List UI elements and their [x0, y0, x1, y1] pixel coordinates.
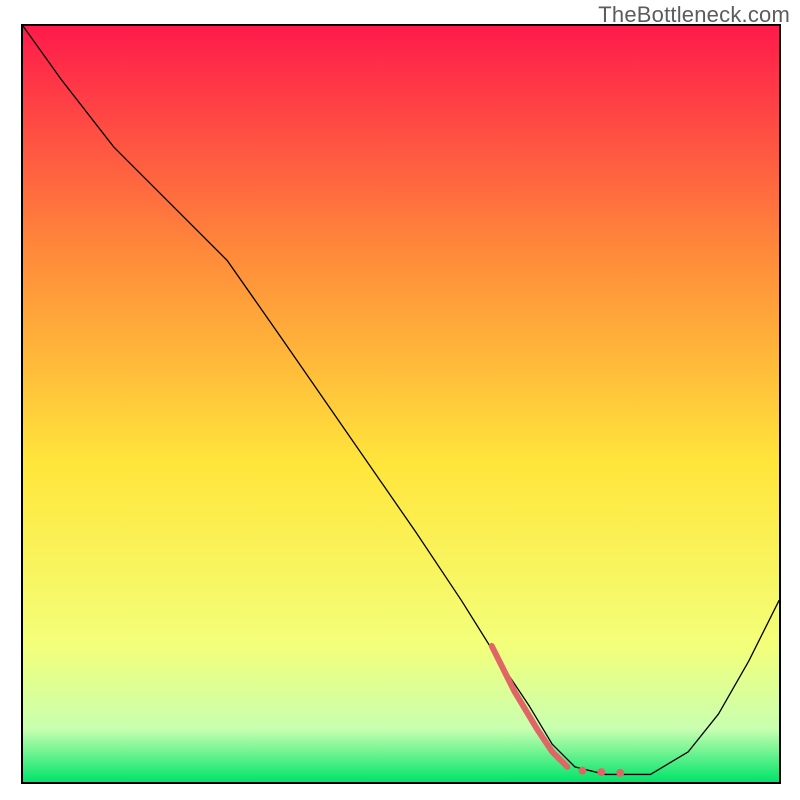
- chart-frame: TheBottleneck.com: [0, 0, 800, 800]
- plot-area: [21, 24, 781, 784]
- bottleneck-highlight-dots: [578, 767, 624, 777]
- highlight-dot: [597, 768, 605, 776]
- highlight-dot: [616, 769, 624, 777]
- bottleneck-curve: [23, 26, 779, 774]
- highlight-dot: [578, 767, 586, 775]
- watermark-label: TheBottleneck.com: [598, 2, 790, 28]
- series-layer: [23, 26, 779, 782]
